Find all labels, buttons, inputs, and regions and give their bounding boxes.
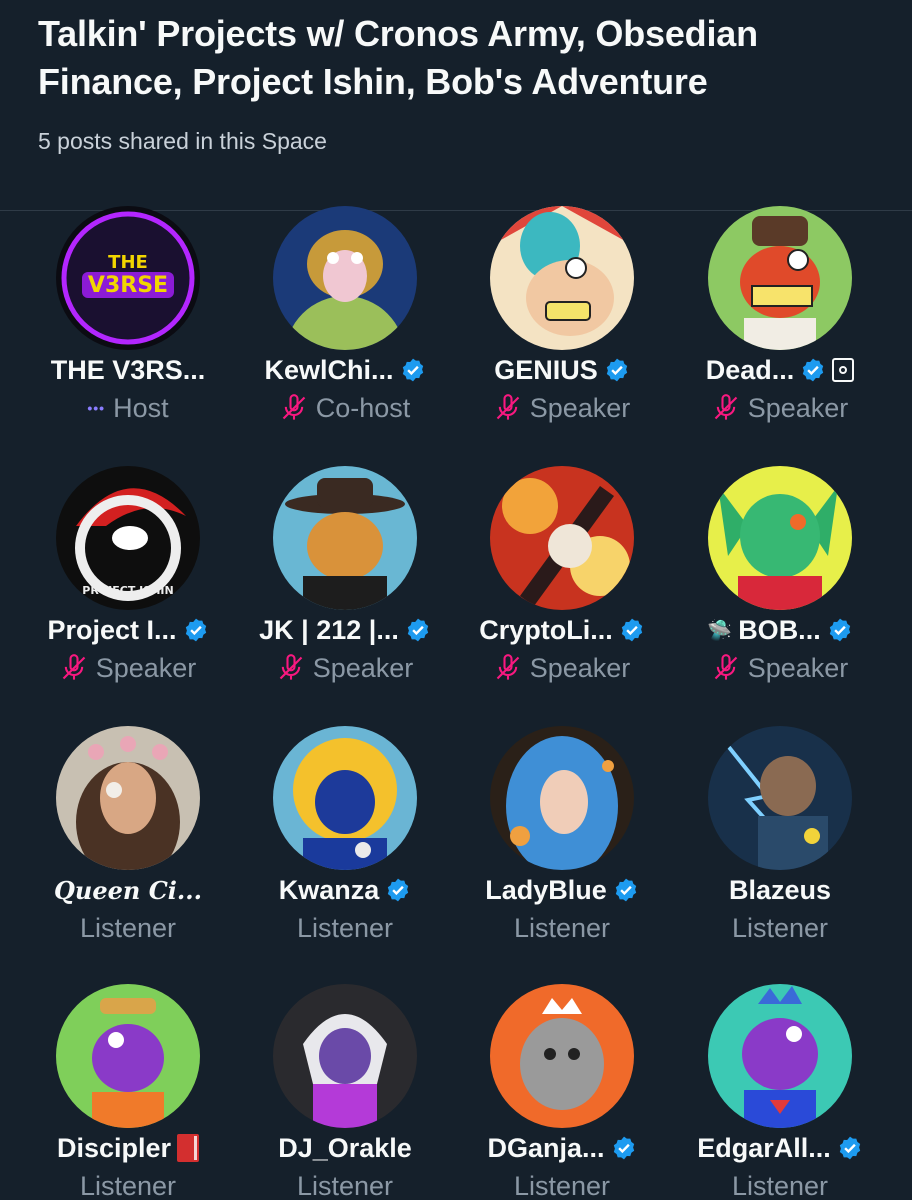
participant-role: Listener bbox=[731, 1170, 829, 1200]
participant-name: Blazeus bbox=[728, 874, 832, 905]
verified-badge-icon bbox=[619, 617, 645, 643]
participant-role: Speaker bbox=[747, 392, 849, 423]
participant-card[interactable]: JK | 212 |... Speaker bbox=[231, 466, 459, 726]
avatar[interactable]: THE V3RSE bbox=[56, 206, 200, 350]
verified-badge-icon bbox=[183, 617, 209, 643]
participant-role: Speaker bbox=[529, 392, 631, 423]
svg-text:THE: THE bbox=[108, 252, 148, 273]
mic-muted-icon bbox=[494, 394, 522, 422]
participant-name: Queen Ci... bbox=[54, 875, 202, 905]
participant-name: CryptoLi... bbox=[479, 614, 613, 645]
participant-name: GENIUS bbox=[494, 354, 598, 385]
participants-grid: THE V3RSE THE V3RS... ••• Host KewlChi...… bbox=[0, 206, 912, 1200]
participant-card[interactable]: Kwanza Listener bbox=[231, 726, 459, 986]
participant-name: DGanja... bbox=[487, 1132, 605, 1163]
participant-card[interactable]: DGanja... Listener bbox=[448, 984, 676, 1200]
avatar[interactable] bbox=[490, 726, 634, 870]
participant-role: Speaker bbox=[529, 652, 631, 683]
participant-name: THE V3RS... bbox=[50, 354, 206, 385]
participant-name: JK | 212 |... bbox=[259, 614, 399, 645]
participant-name: LadyBlue bbox=[485, 874, 607, 905]
avatar[interactable] bbox=[56, 726, 200, 870]
participant-role: Co-host bbox=[315, 392, 411, 423]
mic-muted-icon bbox=[712, 654, 740, 682]
avatar[interactable] bbox=[490, 466, 634, 610]
avatar[interactable] bbox=[273, 984, 417, 1128]
participant-name: DJ_Orakle bbox=[278, 1132, 412, 1163]
speaking-indicator-icon: ••• bbox=[87, 400, 106, 416]
participant-role: Speaker bbox=[95, 652, 197, 683]
verified-badge-icon bbox=[405, 617, 431, 643]
mic-muted-icon bbox=[494, 654, 522, 682]
participant-card[interactable]: EdgarAll... Listener bbox=[666, 984, 894, 1200]
participant-role: Speaker bbox=[747, 652, 849, 683]
affiliate-badge-icon bbox=[832, 358, 855, 382]
space-header: Talkin' Projects w/ Cronos Army, Obsedia… bbox=[38, 10, 888, 155]
verified-badge-icon bbox=[400, 357, 426, 383]
participant-name: EdgarAll... bbox=[697, 1132, 831, 1163]
participant-card[interactable]: DJ_Orakle Listener bbox=[231, 984, 459, 1200]
avatar[interactable] bbox=[708, 206, 852, 350]
svg-text:PROJECT ISHIN: PROJECT ISHIN bbox=[82, 584, 173, 597]
avatar[interactable] bbox=[273, 466, 417, 610]
book-icon bbox=[177, 1134, 200, 1162]
svg-text:V3RSE: V3RSE bbox=[88, 273, 168, 298]
avatar[interactable] bbox=[273, 726, 417, 870]
avatar[interactable] bbox=[708, 726, 852, 870]
participant-role: Listener bbox=[731, 912, 829, 943]
mic-muted-icon bbox=[277, 654, 305, 682]
participant-name: Kwanza bbox=[278, 874, 380, 905]
participant-card[interactable]: 🛸 BOB... Speaker bbox=[666, 466, 894, 726]
participant-name: Project I... bbox=[47, 614, 177, 645]
verified-badge-icon bbox=[613, 877, 639, 903]
participant-role: Host bbox=[113, 392, 169, 423]
posts-shared-link[interactable]: 5 posts shared in this Space bbox=[38, 128, 888, 155]
verified-badge-icon bbox=[604, 357, 630, 383]
participant-role: Listener bbox=[79, 912, 177, 943]
mic-muted-icon bbox=[280, 394, 308, 422]
avatar[interactable] bbox=[56, 984, 200, 1128]
avatar[interactable] bbox=[708, 466, 852, 610]
participant-card[interactable]: KewlChi... Co-host bbox=[231, 206, 459, 466]
participant-role: Speaker bbox=[312, 652, 414, 683]
participant-role: Listener bbox=[296, 1170, 394, 1200]
space-title: Talkin' Projects w/ Cronos Army, Obsedia… bbox=[38, 13, 758, 102]
verified-badge-icon bbox=[827, 617, 853, 643]
ufo-icon: 🛸 bbox=[707, 619, 733, 642]
verified-badge-icon bbox=[611, 1135, 637, 1161]
participant-card[interactable]: Blazeus Listener bbox=[666, 726, 894, 986]
mic-muted-icon bbox=[712, 394, 740, 422]
avatar[interactable] bbox=[273, 206, 417, 350]
participant-card[interactable]: Discipler Listener bbox=[14, 984, 242, 1200]
avatar[interactable] bbox=[490, 206, 634, 350]
verified-badge-icon bbox=[800, 357, 826, 383]
participant-name: BOB... bbox=[738, 614, 821, 645]
participant-role: Listener bbox=[513, 1170, 611, 1200]
participant-card[interactable]: THE V3RSE THE V3RS... ••• Host bbox=[14, 206, 242, 466]
participant-role: Listener bbox=[296, 912, 394, 943]
participant-card[interactable]: PROJECT ISHIN Project I... Speaker bbox=[14, 466, 242, 726]
participant-role: Listener bbox=[513, 912, 611, 943]
participant-card[interactable]: Dead... Speaker bbox=[666, 206, 894, 466]
participant-card[interactable]: GENIUS Speaker bbox=[448, 206, 676, 466]
verified-badge-icon bbox=[385, 877, 411, 903]
participant-name: Dead... bbox=[705, 354, 795, 385]
mic-muted-icon bbox=[60, 654, 88, 682]
participant-name: Discipler bbox=[56, 1132, 172, 1163]
participant-card[interactable]: CryptoLi... Speaker bbox=[448, 466, 676, 726]
verified-badge-icon bbox=[837, 1135, 863, 1161]
avatar[interactable]: PROJECT ISHIN bbox=[56, 466, 200, 610]
participant-card[interactable]: Queen Ci... Listener bbox=[14, 726, 242, 986]
avatar[interactable] bbox=[708, 984, 852, 1128]
participant-card[interactable]: LadyBlue Listener bbox=[448, 726, 676, 986]
participant-name: KewlChi... bbox=[264, 354, 394, 385]
avatar[interactable] bbox=[490, 984, 634, 1128]
participant-role: Listener bbox=[79, 1170, 177, 1200]
